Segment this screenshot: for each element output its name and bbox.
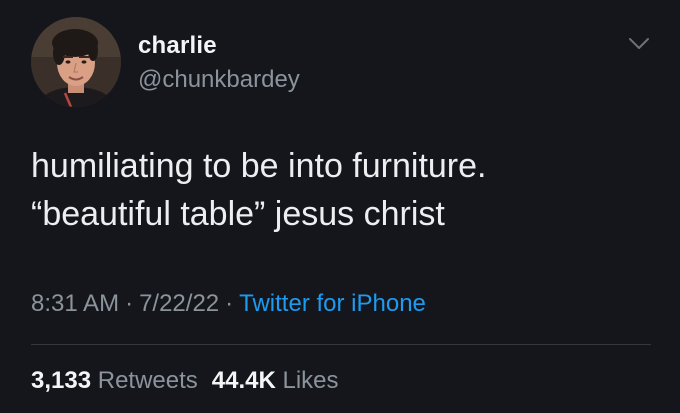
tweet-source-link[interactable]: Twitter for iPhone <box>239 290 426 317</box>
tweet-line: humiliating to be into furniture. <box>31 147 487 185</box>
tweet-metadata: 8:31 AM · 7/22/22 · Twitter for iPhone <box>31 290 426 318</box>
meta-separator: · <box>225 290 234 317</box>
avatar-image <box>31 17 121 107</box>
likes-stat[interactable]: 44.4K Likes <box>212 367 339 394</box>
author-name[interactable]: charlie <box>138 32 217 60</box>
avatar[interactable] <box>31 17 121 107</box>
retweets-label: Retweets <box>97 367 198 394</box>
retweets-count: 3,133 <box>31 367 92 394</box>
author-handle[interactable]: @chunkbardey <box>138 66 300 94</box>
tweet-text: humiliating to be into furniture. “beaut… <box>31 142 651 238</box>
likes-count: 44.4K <box>211 367 276 394</box>
tweet-date[interactable]: 7/22/22 <box>139 290 219 317</box>
tweet-card: charlie @chunkbardey humiliating to be i… <box>0 0 680 413</box>
tweet-time[interactable]: 8:31 AM <box>31 290 119 317</box>
chevron-down-icon[interactable] <box>628 36 650 52</box>
tweet-stats: 3,133 Retweets 44.4K Likes <box>31 367 339 395</box>
meta-separator: · <box>125 290 134 317</box>
retweets-stat[interactable]: 3,133 Retweets <box>31 367 198 394</box>
likes-label: Likes <box>282 367 339 394</box>
divider <box>31 344 651 345</box>
tweet-line: “beautiful table” jesus christ <box>31 195 445 233</box>
